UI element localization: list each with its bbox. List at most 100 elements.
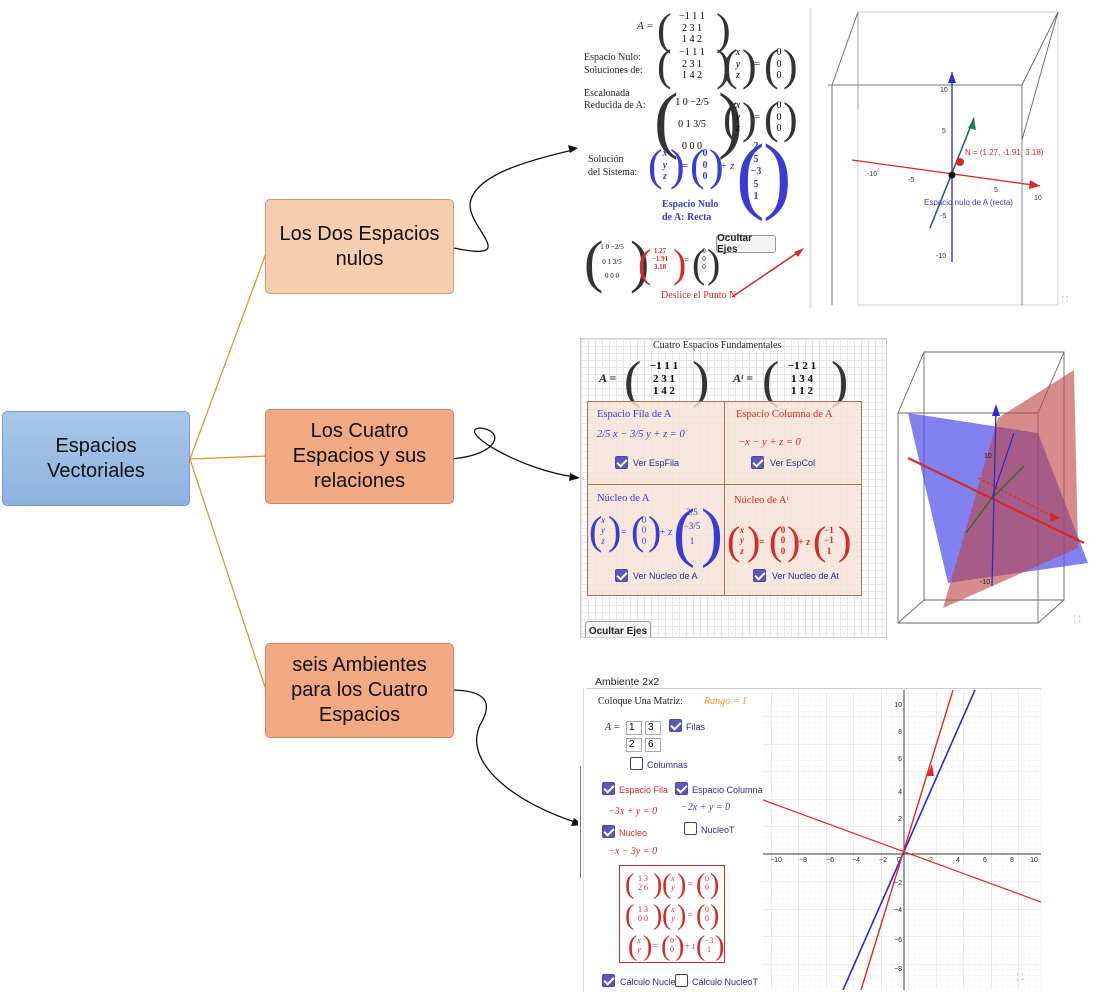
- equals-sign: =: [621, 527, 627, 538]
- matrix-a: −1 1 12 3 11 4 2: [679, 11, 705, 45]
- paren-right: ): [783, 41, 798, 90]
- col-eq: −x − y + z = 0: [738, 437, 801, 448]
- soluciones-label: Soluciones de:: [584, 65, 643, 76]
- equals-sign: =: [682, 160, 689, 172]
- header-rule: [586, 688, 1041, 689]
- point-vector: 1.27 −1.91 3.18: [651, 247, 669, 272]
- at-label: Aᵗ =: [733, 371, 754, 385]
- x-tick-label: 10: [1030, 857, 1038, 864]
- ver-nucleo-a-checkbox[interactable]: [615, 569, 628, 582]
- panel3-graph: −10 −8 −6 −4 −2 0 2 4 6 8 10 10 8 6 4 2 …: [763, 690, 1041, 990]
- panel1-3d-view: N = (1.27, -1.91, 3.18) Espacio nulo de …: [828, 11, 1068, 306]
- branch-node-cuatro-espacios: Los Cuatro Espacios y sus relaciones: [265, 409, 454, 504]
- panel2-3d-view: 10 -10 ⛶: [888, 338, 1100, 636]
- x-tick-label: −4: [852, 857, 860, 864]
- ver-nucleo-a-label: Ver Nucleo de A: [633, 571, 698, 581]
- arrow-branch1-panel1: [453, 149, 574, 253]
- columnas-checkbox[interactable]: [630, 757, 643, 770]
- espacio-nulo-recta-2: de A: Recta: [662, 212, 712, 223]
- tick-label: 5: [942, 128, 946, 135]
- root-label: Espacios Vectoriales: [47, 434, 145, 482]
- plus-z: + z: [720, 160, 735, 172]
- tick-label: 10: [1034, 195, 1042, 202]
- nucleo-t-direction: −1 −1 1: [824, 525, 834, 556]
- tick-label: 5: [994, 187, 998, 194]
- paren-right: ): [643, 931, 653, 962]
- branch2-label: Los Cuatro Espacios y sus relaciones: [292, 420, 427, 492]
- equals-sign: =: [754, 58, 761, 70]
- plus-z: + z: [659, 527, 673, 538]
- sys2-vars: xy: [671, 905, 675, 924]
- espacio-columna-checkbox[interactable]: [675, 782, 688, 795]
- matrix-a-label-p3: A =: [605, 722, 621, 733]
- filas-label: Filas: [686, 722, 706, 732]
- espacio-fila-checkbox[interactable]: [602, 782, 615, 795]
- calculo-nucleot-checkbox[interactable]: [675, 974, 688, 987]
- fullscreen-icon[interactable]: ⛶: [1073, 614, 1081, 624]
- x-tick-label: 6: [983, 857, 987, 864]
- ver-espfila-checkbox[interactable]: [615, 456, 628, 469]
- ver-espcol-checkbox[interactable]: [751, 456, 764, 469]
- line-label: Espacio nulo de A (recta): [924, 198, 1013, 207]
- y-tick-label: −2: [894, 880, 902, 887]
- matrix-a-label: A =: [637, 20, 654, 32]
- y-tick-label: 2: [898, 816, 902, 823]
- matrix-input-21[interactable]: 2: [626, 738, 642, 752]
- connector-root-branch3: [189, 458, 267, 691]
- nucleo-title: Núcleo de A: [597, 493, 650, 504]
- reducida-label: Reducida de A:: [584, 100, 646, 111]
- matrix-input-22[interactable]: 6: [645, 738, 661, 752]
- x-tick-label: −2: [879, 857, 887, 864]
- ver-espcol-label: Ver EspCol: [770, 458, 816, 468]
- equals-sign: =: [684, 255, 690, 265]
- equals-sign: =: [759, 537, 765, 548]
- paren-right: ): [653, 869, 663, 900]
- branch-node-dos-espacios: Los Dos Espacios nulos: [265, 199, 454, 294]
- cuatro-title: Cuatro Espacios Fundamentales: [653, 340, 782, 351]
- ocultar-ejes-button-2[interactable]: Ocultar Ejes: [585, 621, 651, 637]
- eq-nucleo: −x − 3y = 0: [608, 846, 658, 857]
- deslice-label: Deslice el Punto N: [661, 290, 737, 301]
- tick-label: -10: [867, 171, 877, 178]
- x-tick-label: 8: [1010, 857, 1014, 864]
- tick-label: -10: [980, 579, 990, 586]
- filas-checkbox[interactable]: [669, 719, 682, 732]
- paren-right: ): [710, 900, 720, 931]
- connector-root-branch2: [189, 455, 267, 460]
- tick-label: -5: [940, 213, 946, 220]
- ver-nucleo-at-checkbox[interactable]: [753, 569, 766, 582]
- point-n-label: N = (1.27, -1.91, 3.18): [965, 148, 1044, 157]
- plus-z: + z: [798, 537, 811, 548]
- connector-root-branch1: [189, 247, 269, 460]
- y-tick-label: −6: [894, 937, 902, 944]
- paren-right: ): [763, 126, 792, 222]
- a-label: A =: [599, 371, 617, 385]
- calculo-nucleo-checkbox[interactable]: [602, 974, 615, 987]
- coloque-label: Coloque Una Matriz:: [598, 696, 683, 707]
- paren-right: ): [715, 931, 725, 962]
- col-title: Espacio Columna de A: [736, 409, 833, 420]
- paren-right: ): [677, 900, 687, 931]
- tick-label: -5: [908, 177, 914, 184]
- espacio-nulo-label: Espacio Nulo:: [584, 52, 641, 63]
- nucleo-checkbox[interactable]: [602, 825, 615, 838]
- paren-right: ): [608, 508, 622, 553]
- fullscreen-icon[interactable]: ⛶: [1061, 295, 1068, 304]
- matrix-input-12[interactable]: 3: [645, 721, 661, 735]
- fullscreen-icon[interactable]: ⛶: [1016, 972, 1024, 982]
- arrowhead-2: [569, 473, 580, 481]
- equals-sign: =: [653, 941, 659, 951]
- panel1-divider: [809, 8, 812, 308]
- sol-direction: −3 1: [704, 936, 714, 955]
- equals-sign: =: [688, 910, 694, 920]
- ambiente-header: Ambiente 2x2: [595, 676, 660, 688]
- escalonada-label: Escalonada: [584, 88, 630, 99]
- red-arrow-deslice: [731, 248, 804, 298]
- matrix-input-11[interactable]: 1: [626, 721, 642, 735]
- ver-nucleo-at-label: Ver Nucleo de At: [772, 571, 840, 581]
- nucleo-label: Nucleo: [619, 828, 648, 838]
- branch1-label: Los Dos Espacios nulos: [279, 222, 440, 270]
- tick-label: 10: [984, 453, 992, 460]
- nucleot-checkbox[interactable]: [684, 822, 697, 835]
- arrowhead-1: [568, 145, 578, 153]
